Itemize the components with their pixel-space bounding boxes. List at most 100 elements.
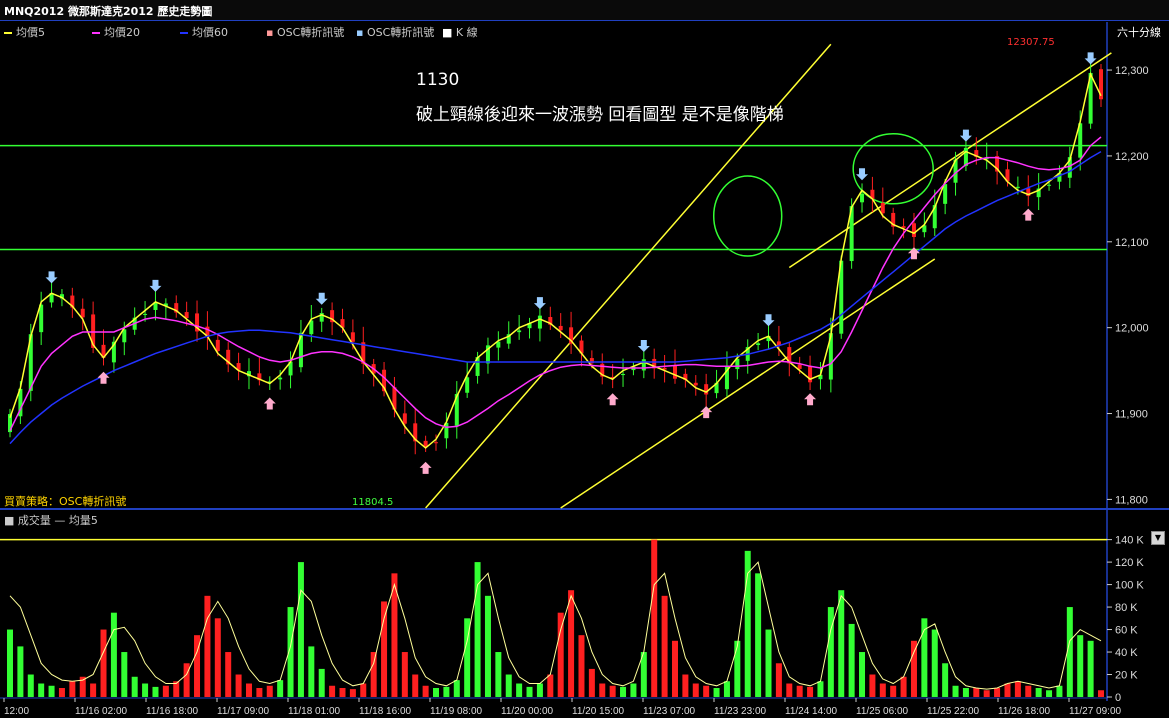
volume-bar: [859, 652, 866, 697]
candlestick: [1099, 64, 1103, 107]
candlestick: [465, 361, 470, 398]
volume-bar: [890, 685, 897, 697]
candle-body: [693, 382, 698, 386]
time-tick-label: 11/20 00:00: [501, 706, 554, 717]
volume-bar: [827, 607, 834, 697]
candle-body: [558, 325, 563, 331]
volume-bar: [692, 683, 699, 697]
candlestick: [184, 301, 189, 326]
price-tick-label: 12,200: [1115, 151, 1149, 163]
candlestick: [236, 352, 241, 381]
candle-body: [143, 313, 148, 315]
volume-bar: [225, 652, 232, 697]
candlestick: [808, 355, 813, 391]
volume-bar: [381, 601, 388, 697]
volume-bar: [869, 674, 876, 697]
volume-bar: [1087, 640, 1094, 697]
volume-bar: [1098, 690, 1104, 697]
buy-signal-arrow: [263, 397, 276, 410]
volume-bar: [256, 688, 263, 697]
sell-signal-arrow: [959, 129, 972, 142]
volume-bar: [505, 674, 512, 697]
candlestick: [537, 307, 542, 342]
candle-body: [80, 308, 85, 318]
volume-bar: [807, 686, 814, 697]
volume-bar: [568, 590, 575, 697]
volume-bar: [994, 688, 1001, 697]
candlestick: [569, 311, 574, 354]
candlestick: [226, 342, 231, 373]
ma60-line: [9, 150, 1102, 445]
candle-body: [215, 339, 220, 352]
price-tick-label: 12,000: [1115, 323, 1149, 335]
candle-body: [537, 315, 542, 329]
volume-bar: [433, 688, 440, 697]
axis-scroll-button[interactable]: ▼: [1151, 531, 1165, 545]
volume-bar: [651, 539, 658, 697]
volume-bar: [235, 674, 242, 697]
volume-bar: [942, 663, 949, 697]
volume-bar: [110, 612, 117, 697]
volume-bar: [526, 686, 533, 697]
buy-signal-arrow: [804, 393, 817, 406]
low-price-label: 11804.5: [352, 497, 394, 508]
volume-bar: [786, 683, 793, 697]
candlestick: [662, 354, 667, 383]
volume-bar: [443, 686, 450, 697]
volume-bar: [755, 573, 762, 697]
candlestick: [1026, 175, 1031, 207]
channel-line-lower: [560, 258, 936, 509]
volume-bar: [838, 590, 845, 697]
sell-signal-arrow: [533, 297, 546, 310]
candle-body: [1047, 184, 1052, 186]
volume-tick-label: 40 K: [1115, 647, 1138, 659]
volume-bar: [1046, 690, 1053, 697]
volume-bar: [142, 683, 149, 697]
volume-bar: [879, 683, 886, 697]
candle-body: [756, 343, 761, 346]
volume-bar: [453, 680, 460, 697]
volume-bar: [1077, 635, 1084, 697]
volume-bar: [318, 668, 325, 697]
volume-bar: [121, 652, 128, 697]
candlestick: [80, 298, 85, 331]
volume-bar: [1025, 685, 1032, 697]
candle-body: [860, 193, 865, 203]
volume-bar: [152, 686, 159, 697]
candlestick: [485, 337, 490, 374]
volume-bar: [775, 663, 782, 697]
candle-body: [621, 374, 626, 376]
time-tick-label: 11/19 08:00: [430, 706, 483, 717]
candlestick: [860, 183, 865, 213]
candlestick: [319, 307, 324, 332]
volume-bar: [329, 685, 336, 697]
candlestick: [745, 339, 750, 374]
volume-bar: [100, 629, 107, 697]
strategy-label: 買賣策略：OSC轉折訊號: [4, 495, 127, 508]
volume-bar: [983, 690, 990, 697]
volume-tick-label: 20 K: [1115, 670, 1138, 682]
candlestick: [298, 319, 303, 373]
time-tick-label: 11/23 07:00: [643, 706, 696, 717]
volume-bar: [7, 629, 13, 697]
candlestick: [527, 317, 532, 339]
volume-bar: [183, 663, 190, 697]
candlestick: [174, 295, 179, 318]
buy-signal-arrow: [419, 461, 432, 474]
volume-bar: [277, 680, 284, 697]
volume-bar: [588, 668, 595, 697]
sell-signal-arrow: [315, 292, 328, 305]
volume-bar: [339, 688, 346, 697]
volume-bar: [58, 688, 65, 697]
candlestick: [693, 375, 698, 396]
volume-bar: [796, 685, 803, 697]
sell-signal-arrow: [856, 168, 869, 181]
time-tick-label: 11/20 15:00: [572, 706, 625, 717]
volume-bar: [682, 674, 689, 697]
candlestick: [39, 291, 44, 346]
price-tick-label: 11,800: [1115, 494, 1148, 506]
candle-body: [704, 384, 709, 395]
candle-body: [517, 330, 522, 333]
sell-signal-arrow: [149, 279, 162, 292]
volume-bar: [245, 683, 252, 697]
